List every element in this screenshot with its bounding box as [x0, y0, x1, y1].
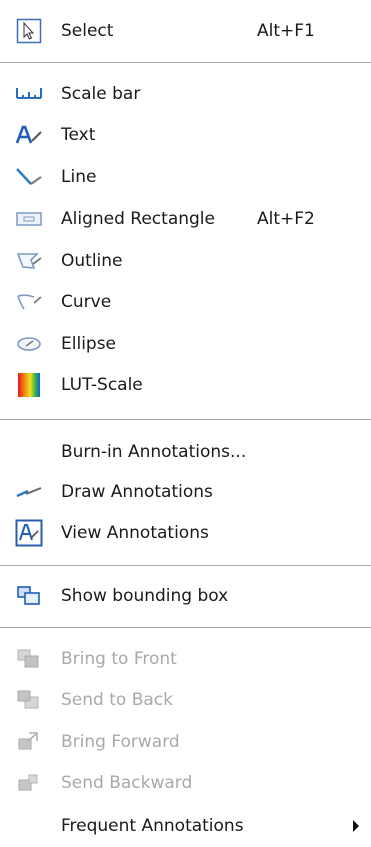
menu-item-label: Send Backward: [61, 773, 193, 793]
submenu-arrow-icon: [353, 820, 359, 832]
menu-item-label: Burn-in Annotations...: [61, 442, 247, 462]
menu-item-label: Curve: [61, 292, 112, 312]
menu-item-ellipse[interactable]: Ellipse: [0, 324, 371, 364]
menu-item-label: Bring Forward: [61, 732, 180, 752]
menu-item-label: Text: [61, 125, 96, 145]
annotations-context-menu: Select Alt+F1 Scale bar Text Line Aligne…: [0, 0, 371, 847]
menu-item-outline[interactable]: Outline: [0, 241, 371, 281]
bounding-box-icon: [12, 583, 46, 609]
outline-icon: [12, 248, 46, 274]
send-to-back-icon: [12, 687, 46, 713]
bring-forward-icon: [12, 729, 46, 755]
menu-separator: [0, 419, 371, 420]
menu-item-bring-to-front[interactable]: Bring to Front: [0, 639, 371, 679]
menu-item-draw-annotations[interactable]: Draw Annotations: [0, 472, 371, 512]
menu-item-select[interactable]: Select Alt+F1: [0, 11, 371, 51]
menu-item-send-to-back[interactable]: Send to Back: [0, 680, 371, 720]
menu-item-text[interactable]: Text: [0, 115, 371, 155]
menu-item-label: Scale bar: [61, 84, 141, 104]
menu-item-scale-bar[interactable]: Scale bar: [0, 74, 371, 114]
menu-item-bring-forward[interactable]: Bring Forward: [0, 722, 371, 762]
menu-item-view-annotations[interactable]: View Annotations: [0, 513, 371, 553]
draw-annotations-icon: [12, 479, 46, 505]
send-backward-icon: [12, 770, 46, 796]
menu-item-curve[interactable]: Curve: [0, 282, 371, 322]
menu-item-label: Line: [61, 167, 97, 187]
menu-item-burn-in-annotations[interactable]: Burn-in Annotations...: [0, 432, 371, 472]
menu-item-label: Select: [61, 21, 114, 41]
curve-icon: [12, 289, 46, 315]
menu-item-label: Draw Annotations: [61, 482, 213, 502]
menu-item-shortcut: Alt+F1: [257, 21, 315, 41]
menu-item-label: Outline: [61, 251, 123, 271]
menu-item-label: Ellipse: [61, 334, 117, 354]
lut-scale-icon: [12, 372, 46, 398]
menu-item-label: Aligned Rectangle: [61, 209, 215, 229]
rectangle-icon: [12, 206, 46, 232]
line-icon: [12, 164, 46, 190]
menu-item-lut-scale[interactable]: LUT-Scale: [0, 365, 371, 405]
bring-to-front-icon: [12, 646, 46, 672]
menu-item-label: LUT-Scale: [61, 375, 143, 395]
menu-item-label: Bring to Front: [61, 649, 177, 669]
arrow-select-icon: [12, 18, 46, 44]
menu-separator: [0, 627, 371, 628]
menu-item-send-backward[interactable]: Send Backward: [0, 763, 371, 803]
menu-item-aligned-rectangle[interactable]: Aligned Rectangle Alt+F2: [0, 199, 371, 239]
ellipse-icon: [12, 331, 46, 357]
menu-separator: [0, 62, 371, 63]
menu-item-label: Frequent Annotations: [61, 816, 244, 836]
view-annotations-icon: [12, 519, 46, 547]
menu-item-show-bounding-box[interactable]: Show bounding box: [0, 576, 371, 616]
menu-item-frequent-annotations[interactable]: Frequent Annotations: [0, 806, 371, 846]
scale-bar-icon: [12, 81, 46, 107]
menu-item-label: Show bounding box: [61, 586, 229, 606]
menu-item-shortcut: Alt+F2: [257, 209, 315, 229]
menu-item-line[interactable]: Line: [0, 157, 371, 197]
menu-item-label: View Annotations: [61, 523, 209, 543]
text-icon: [12, 122, 46, 148]
menu-separator: [0, 565, 371, 566]
menu-item-label: Send to Back: [61, 690, 173, 710]
